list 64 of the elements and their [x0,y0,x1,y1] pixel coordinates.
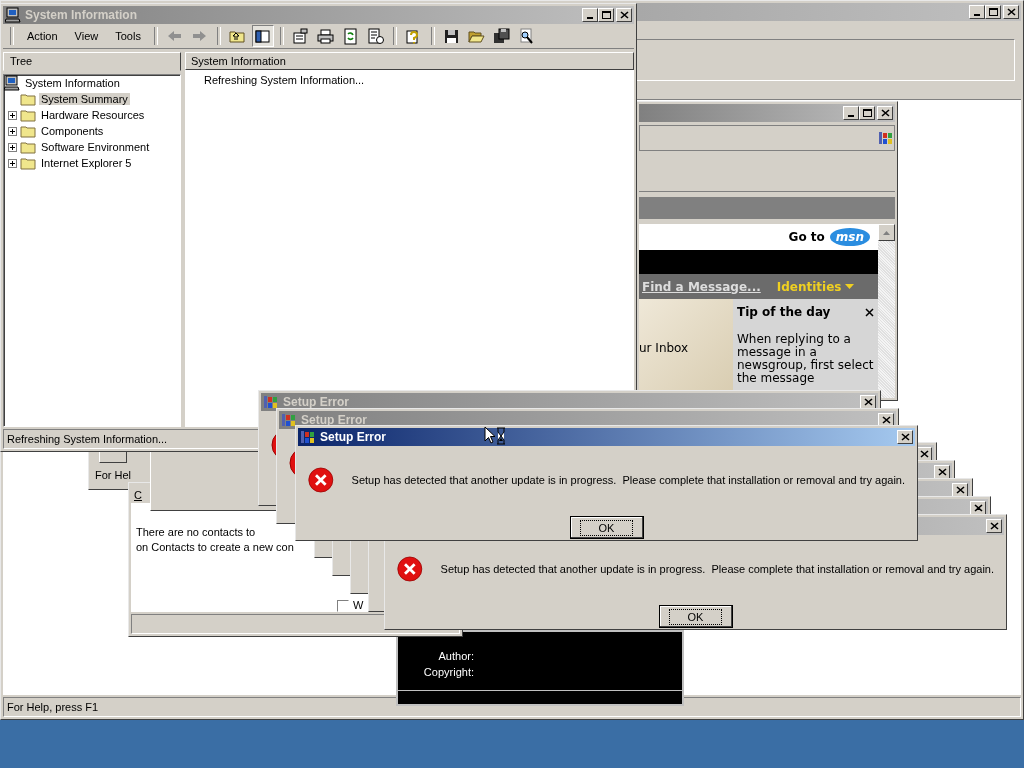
disks-icon[interactable] [493,27,511,45]
error-message: Setup has detected that another update is in progress. Please complete that installation or removal and try again. [440,563,994,575]
status-message: Refreshing System Information... [204,74,366,86]
tree-item[interactable]: Internet Explorer 5 [39,157,134,169]
busy-cursor-icon [484,426,506,446]
scrollbar[interactable] [878,224,895,398]
menu-item[interactable]: View [67,28,106,44]
folder-icon [20,156,36,170]
window-title: Setup Error [301,413,367,427]
magnifier-page-icon[interactable] [518,27,536,45]
expand-icon[interactable] [8,142,17,152]
column-header[interactable]: System Information [185,52,634,70]
tip-title: Tip of the day [737,305,831,319]
expand-icon[interactable] [8,126,17,136]
tree-item[interactable]: Hardware Resources [39,109,147,121]
window-title: Setup Error [283,395,349,409]
tree-item[interactable]: System Information [23,77,122,89]
message-text: on Contacts to create a new con [136,540,295,555]
error-icon [308,464,334,496]
up-arrow-icon [883,230,890,235]
windows-logo-icon [300,430,316,444]
find-message-link[interactable]: Find a Message... [642,279,761,294]
printer-icon[interactable] [317,27,335,45]
error-message: Setup has detected that another update is in progress. Please complete that installation or removal and try again. [351,474,905,486]
message-text: There are no contacts to [136,525,257,540]
export-list-icon[interactable] [367,27,385,45]
folder-icon [20,92,36,106]
properties-icon[interactable] [292,27,310,45]
caption-text: ur Inbox [639,341,689,355]
tree-item[interactable]: Components [39,125,106,137]
status-text: For Hel [94,468,133,481]
menu-item[interactable]: Tools [108,28,148,44]
computer-icon [5,7,21,23]
ok-button[interactable]: OK [569,516,644,539]
menu-item[interactable]: Action [20,28,65,44]
error-icon [397,553,423,585]
checkbox-label: W [353,598,364,613]
window-title: Setup Error [320,430,386,444]
expand-icon[interactable] [8,110,17,120]
link-text[interactable]: Go to [788,230,825,244]
expand-icon[interactable] [8,158,17,168]
tab[interactable]: Tree [3,52,181,71]
window-title: System Information [25,8,138,22]
pane-icon[interactable] [254,27,272,45]
checkbox[interactable] [337,599,349,612]
logo[interactable]: msn [829,228,870,246]
folder-icon [20,108,36,122]
folder-icon [20,140,36,154]
windows-logo-icon [263,395,279,409]
field-label: Author: [437,649,474,664]
computer-icon [4,75,20,91]
tip-text: When replying to a message in a newsgroup, first select the message [737,333,874,385]
refresh-icon[interactable] [342,27,360,45]
field-label: Copyright: [422,665,474,680]
tab[interactable]: C [131,485,145,503]
close-icon[interactable] [865,307,874,317]
windows-logo-icon [281,413,297,427]
windows-logo-icon [878,131,894,145]
folder-icon [20,124,36,138]
tree-item[interactable]: System Summary [39,93,130,105]
caret-icon [845,284,855,289]
scroll-up-button[interactable] [878,224,895,241]
tree-item[interactable]: Software Environment [39,141,152,153]
ok-button[interactable]: OK [658,605,733,628]
